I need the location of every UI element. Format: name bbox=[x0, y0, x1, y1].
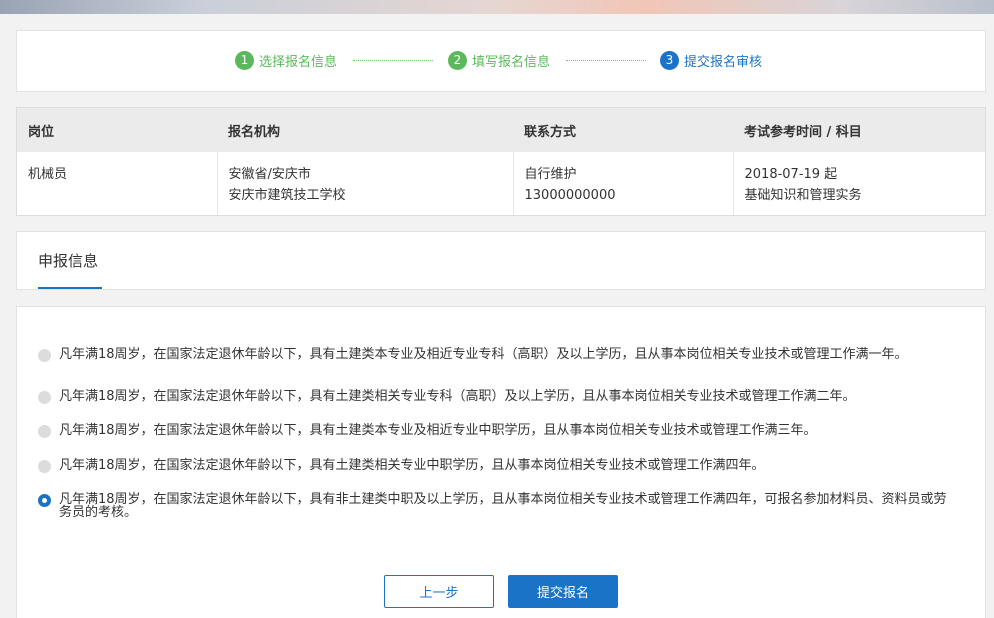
cell-org: 安徽省/安庆市 安庆市建筑技工学校 bbox=[217, 152, 514, 215]
option-label: 凡年满18周岁，在国家法定退休年龄以下，具有土建类相关专业专科（高职）及以上学历… bbox=[59, 389, 856, 404]
step-number: 1 bbox=[235, 50, 254, 70]
cell-exam: 2018-07-19 起 基础知识和管理实务 bbox=[733, 152, 985, 215]
step-select-info: 1 选择报名信息 bbox=[235, 50, 337, 70]
option-label: 凡年满18周岁，在国家法定退休年龄以下，具有非土建类中职及以上学历，且从事本岗位… bbox=[59, 492, 947, 520]
table-header-row: 岗位 报名机构 联系方式 考试参考时间 / 科目 bbox=[17, 108, 985, 152]
radio-button[interactable] bbox=[38, 391, 51, 404]
tab-bar: 申报信息 bbox=[16, 231, 986, 290]
col-header-exam: 考试参考时间 / 科目 bbox=[733, 108, 985, 152]
eligibility-option-1[interactable]: 凡年满18周岁，在国家法定退休年龄以下，具有土建类本专业及相近专业专科（高职）及… bbox=[38, 348, 958, 362]
radio-button[interactable] bbox=[38, 460, 51, 473]
eligibility-option-5[interactable]: 凡年满18周岁，在国家法定退休年龄以下，具有非土建类中职及以上学历，且从事本岗位… bbox=[38, 493, 958, 519]
step-label: 填写报名信息 bbox=[472, 54, 551, 70]
progress-steps: 1 选择报名信息 2 填写报名信息 3 提交报名审核 bbox=[16, 30, 986, 92]
header-banner bbox=[0, 0, 994, 14]
step-connector bbox=[353, 60, 433, 61]
previous-step-button[interactable]: 上一步 bbox=[384, 575, 494, 608]
contact-phone: 13000000000 bbox=[524, 188, 616, 203]
col-header-org: 报名机构 bbox=[217, 108, 513, 152]
contact-method: 自行维护 bbox=[524, 167, 577, 182]
org-region: 安徽省/安庆市 bbox=[228, 167, 311, 182]
option-label: 凡年满18周岁，在国家法定退休年龄以下，具有土建类本专业及相近专业专科（高职）及… bbox=[59, 347, 908, 362]
registration-table: 岗位 报名机构 联系方式 考试参考时间 / 科目 机械员 安徽省/安庆市 安庆市… bbox=[16, 107, 986, 216]
step-number: 2 bbox=[448, 50, 467, 70]
submit-application-button[interactable]: 提交报名 bbox=[508, 575, 618, 608]
radio-button-selected[interactable] bbox=[38, 494, 51, 507]
option-label: 凡年满18周岁，在国家法定退休年龄以下，具有土建类本专业及相近专业中职学历，且从… bbox=[59, 423, 817, 438]
tab-application-info[interactable]: 申报信息 bbox=[38, 232, 102, 289]
org-name: 安庆市建筑技工学校 bbox=[228, 188, 346, 203]
position-text: 机械员 bbox=[28, 167, 68, 182]
exam-date: 2018-07-19 起 bbox=[744, 167, 838, 182]
eligibility-option-3[interactable]: 凡年满18周岁，在国家法定退休年龄以下，具有土建类本专业及相近专业中职学历，且从… bbox=[38, 424, 958, 438]
option-label: 凡年满18周岁，在国家法定退休年龄以下，具有土建类相关专业中职学历，且从事本岗位… bbox=[59, 458, 765, 473]
step-number: 3 bbox=[660, 50, 679, 70]
col-header-position: 岗位 bbox=[17, 108, 217, 152]
step-connector bbox=[566, 60, 646, 61]
cell-position: 机械员 bbox=[17, 152, 218, 215]
step-label: 提交报名审核 bbox=[684, 54, 763, 70]
radio-button[interactable] bbox=[38, 349, 51, 362]
col-header-contact: 联系方式 bbox=[513, 108, 733, 152]
step-submit-review: 3 提交报名审核 bbox=[660, 50, 762, 70]
cell-contact: 自行维护 13000000000 bbox=[513, 152, 734, 215]
step-fill-info: 2 填写报名信息 bbox=[448, 50, 550, 70]
eligibility-option-2[interactable]: 凡年满18周岁，在国家法定退休年龄以下，具有土建类相关专业专科（高职）及以上学历… bbox=[38, 390, 958, 404]
table-row: 机械员 安徽省/安庆市 安庆市建筑技工学校 自行维护 13000000000 2… bbox=[17, 152, 985, 215]
eligibility-option-4[interactable]: 凡年满18周岁，在国家法定退休年龄以下，具有土建类相关专业中职学历，且从事本岗位… bbox=[38, 459, 958, 473]
step-label: 选择报名信息 bbox=[259, 54, 338, 70]
radio-button[interactable] bbox=[38, 425, 51, 438]
exam-subject: 基础知识和管理实务 bbox=[744, 188, 862, 203]
eligibility-form: 凡年满18周岁，在国家法定退休年龄以下，具有土建类本专业及相近专业专科（高职）及… bbox=[16, 306, 986, 618]
